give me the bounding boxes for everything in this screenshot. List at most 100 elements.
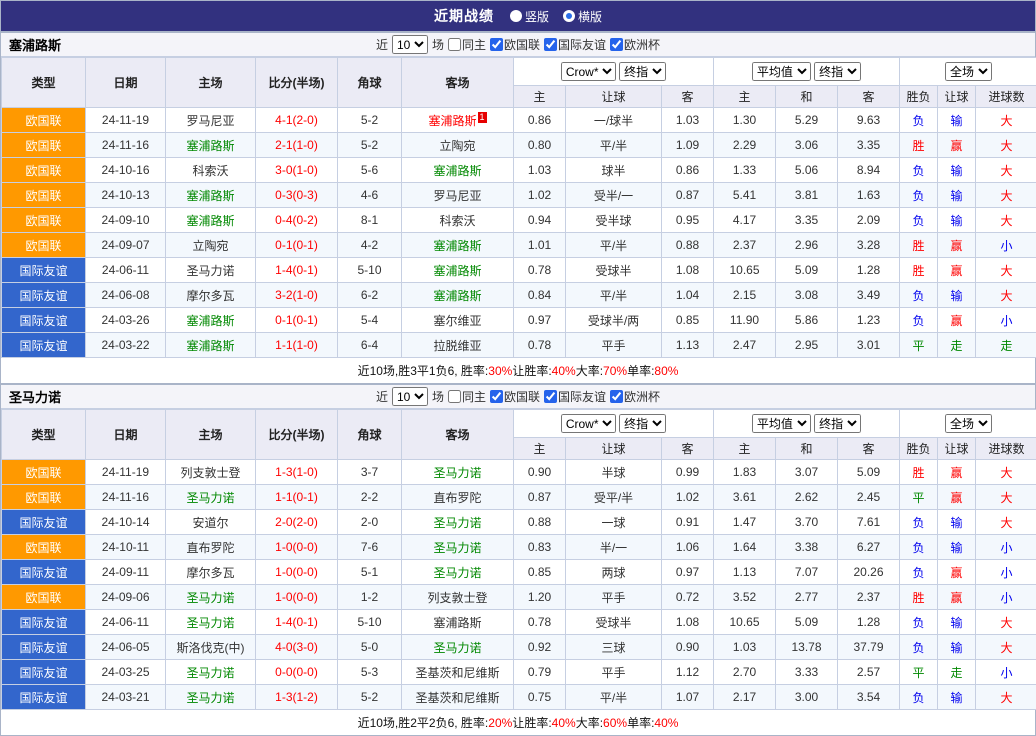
match-row: 欧国联24-09-07立陶宛0-1(0-1)4-2塞浦路斯1.01平/半0.88…: [2, 233, 1036, 258]
match-type-cell: 欧国联: [2, 535, 86, 560]
home-team-name: 圣马力诺: [186, 264, 234, 278]
final-odds-select[interactable]: 终指: [619, 414, 666, 433]
match-type-cell: 国际友谊: [2, 510, 86, 535]
match-row: 国际友谊24-10-14安道尔2-0(2-0)2-0圣马力诺0.88一球0.91…: [2, 510, 1036, 535]
summary-part: 让胜率:: [512, 714, 551, 731]
match-row: 国际友谊24-06-11圣马力诺1-4(0-1)5-10塞浦路斯0.78受球半1…: [2, 258, 1036, 283]
handicap-cell: 受球半/两: [566, 308, 662, 333]
euro-away-odds-cell: 7.61: [838, 510, 900, 535]
away-team-name: 拉脱维亚: [433, 339, 481, 353]
wdl-result-cell: 负: [900, 308, 938, 333]
league-uefa-nl-checkbox[interactable]: 欧国联: [490, 388, 540, 405]
home-team-cell: 摩尔多瓦: [166, 560, 256, 585]
fullmatch-select[interactable]: 全场: [945, 62, 992, 81]
home-team-cell: 塞浦路斯: [166, 208, 256, 233]
final-odds-select[interactable]: 终指: [814, 414, 861, 433]
summary-part: 单率:: [627, 362, 654, 379]
home-team-cell: 圣马力诺: [166, 685, 256, 710]
asian-home-odds-cell: 0.75: [514, 685, 566, 710]
handicap-cell: 平手: [566, 333, 662, 358]
euro-away-odds-cell: 9.63: [838, 108, 900, 133]
section-header: 塞浦路斯 近 10 场 同主 欧国联 国际友谊 欧洲杯: [1, 33, 1035, 57]
score-cell: 1-0(0-0): [256, 535, 338, 560]
away-team-name: 圣基茨和尼维斯: [415, 666, 499, 680]
match-date-cell: 24-06-05: [86, 635, 166, 660]
match-type-cell: 国际友谊: [2, 635, 86, 660]
horizontal-layout-radio[interactable]: 横版: [563, 8, 602, 25]
average-select[interactable]: 平均值: [752, 62, 811, 81]
home-team-name: 塞浦路斯: [186, 339, 234, 353]
fullmatch-dropdown: 全场: [900, 410, 1036, 438]
home-team-name: 塞浦路斯: [186, 314, 234, 328]
same-home-checkbox[interactable]: 同主: [448, 36, 486, 53]
corner-cell: 4-6: [338, 183, 402, 208]
league-euro-checkbox[interactable]: 欧洲杯: [610, 36, 660, 53]
asian-home-odds-cell: 0.79: [514, 660, 566, 685]
col-type: 类型: [2, 410, 86, 460]
handicap-cell: 一球: [566, 510, 662, 535]
match-date-cell: 24-11-19: [86, 108, 166, 133]
home-team-name: 塞浦路斯: [186, 189, 234, 203]
match-type-cell: 欧国联: [2, 183, 86, 208]
col-euro-draw: 和: [776, 438, 838, 460]
handicap-result-cell: 赢: [938, 585, 976, 610]
summary-part: 单率:: [627, 714, 654, 731]
games-label: 场: [432, 36, 444, 53]
fullmatch-select[interactable]: 全场: [945, 414, 992, 433]
corner-cell: 2-0: [338, 510, 402, 535]
bookmaker-select[interactable]: Crow*: [561, 62, 616, 81]
vertical-layout-radio[interactable]: 竖版: [510, 8, 549, 25]
same-home-label: 同主: [462, 36, 486, 53]
euro-home-odds-cell: 1.83: [714, 460, 776, 485]
home-team-cell: 塞浦路斯: [166, 183, 256, 208]
home-team-name: 塞浦路斯: [186, 139, 234, 153]
league-uefa-nl-checkbox[interactable]: 欧国联: [490, 36, 540, 53]
euro-away-odds-cell: 20.26: [838, 560, 900, 585]
away-team-name: 塞尔维亚: [433, 314, 481, 328]
euro-draw-odds-cell: 13.78: [776, 635, 838, 660]
corner-cell: 1-2: [338, 585, 402, 610]
goals-result-cell: 大: [976, 610, 1036, 635]
score-cell: 0-3(0-3): [256, 183, 338, 208]
summary-part: 40%: [654, 716, 678, 730]
match-type-cell: 欧国联: [2, 108, 86, 133]
results-table: 类型 日期 主场 比分(半场) 角球 客场 Crow* 终指 平均值 终指: [1, 409, 1036, 710]
near-label: 近: [376, 388, 388, 405]
match-count-select[interactable]: 10: [392, 387, 428, 406]
handicap-result-cell: 输: [938, 510, 976, 535]
wdl-result-cell: 胜: [900, 460, 938, 485]
goals-result-cell: 小: [976, 585, 1036, 610]
league-euro-checkbox[interactable]: 欧洲杯: [610, 388, 660, 405]
score-cell: 0-1(0-1): [256, 308, 338, 333]
same-home-checkbox[interactable]: 同主: [448, 388, 486, 405]
goals-result-cell: 小: [976, 560, 1036, 585]
home-team-cell: 科索沃: [166, 158, 256, 183]
match-row: 欧国联24-11-16圣马力诺1-1(0-1)2-2直布罗陀0.87受平/半1.…: [2, 485, 1036, 510]
league-friendly-checkbox[interactable]: 国际友谊: [544, 388, 606, 405]
euro-draw-odds-cell: 2.96: [776, 233, 838, 258]
bookmaker-select[interactable]: Crow*: [561, 414, 616, 433]
corner-cell: 5-4: [338, 308, 402, 333]
asian-home-odds-cell: 0.83: [514, 535, 566, 560]
results-table: 类型 日期 主场 比分(半场) 角球 客场 Crow* 终指 平均值 终指: [1, 57, 1036, 358]
final-odds-select[interactable]: 终指: [619, 62, 666, 81]
col-handicap: 让球: [566, 86, 662, 108]
score-cell: 1-3(1-0): [256, 460, 338, 485]
league-friendly-label: 国际友谊: [558, 388, 606, 405]
score-cell: 3-2(1-0): [256, 283, 338, 308]
average-select[interactable]: 平均值: [752, 414, 811, 433]
corner-cell: 4-2: [338, 233, 402, 258]
away-team-name: 塞浦路斯: [433, 289, 481, 303]
radio-checked-icon: [563, 10, 575, 22]
final-odds-select[interactable]: 终指: [814, 62, 861, 81]
match-count-select[interactable]: 10: [392, 35, 428, 54]
away-team-cell: 圣马力诺: [402, 535, 514, 560]
col-type: 类型: [2, 58, 86, 108]
summary-line: 近10场,胜2平2负6, 胜率:20% 让胜率:40% 大率:60% 单率:40…: [1, 710, 1035, 735]
league-friendly-checkbox[interactable]: 国际友谊: [544, 36, 606, 53]
euro-draw-odds-cell: 3.00: [776, 685, 838, 710]
asian-away-odds-cell: 1.09: [662, 133, 714, 158]
home-team-cell: 塞浦路斯: [166, 333, 256, 358]
euro-away-odds-cell: 3.54: [838, 685, 900, 710]
match-type-cell: 欧国联: [2, 133, 86, 158]
